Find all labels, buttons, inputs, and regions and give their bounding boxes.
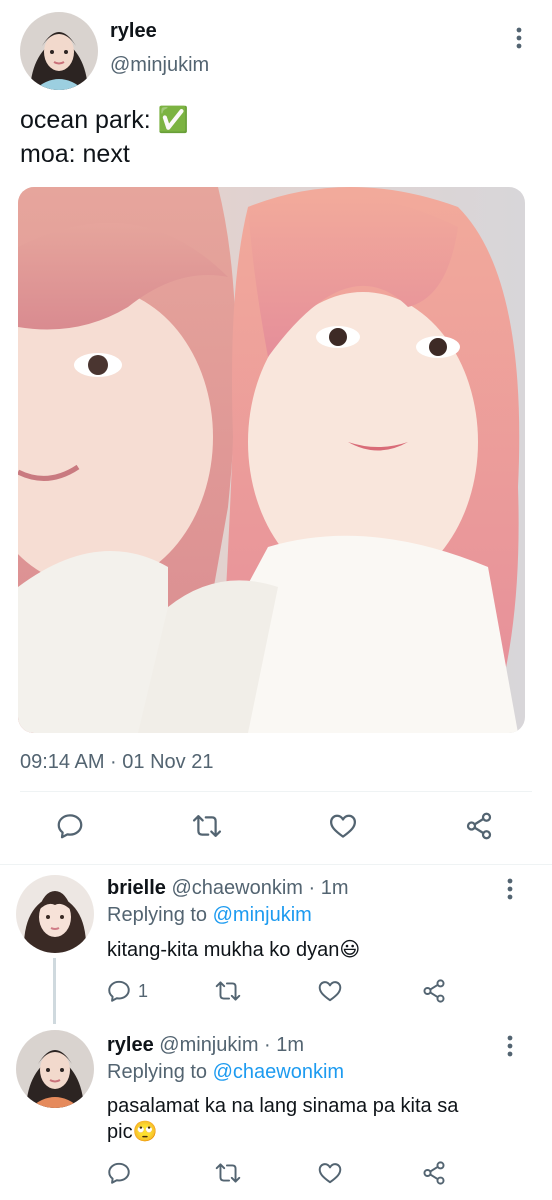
reply-icon[interactable] — [50, 806, 90, 846]
reply-icon[interactable] — [106, 978, 132, 1004]
replying-to-handle[interactable]: @minjukim — [213, 904, 312, 926]
reply-text-line-2: pic🙄 — [107, 1121, 158, 1143]
author-avatar[interactable] — [20, 12, 98, 90]
reply-avatar[interactable] — [16, 1030, 94, 1108]
share-icon[interactable] — [421, 978, 447, 1009]
divider — [0, 864, 552, 865]
more-icon[interactable] — [498, 877, 522, 901]
tweet-text-line-2: moa: next — [20, 140, 130, 168]
replying-to-label: Replying to — [107, 904, 208, 926]
tweet-timestamp[interactable]: 09:14 AM · 01 Nov 21 — [20, 751, 213, 774]
reply-time[interactable]: · 1m — [264, 1034, 304, 1056]
share-icon[interactable] — [459, 806, 499, 846]
retweet-icon[interactable] — [214, 978, 242, 1009]
more-icon[interactable] — [498, 1034, 522, 1058]
reply-header: rylee @minjukim · 1m — [107, 1034, 304, 1057]
like-icon[interactable] — [317, 978, 343, 1009]
tweet-photo[interactable] — [18, 187, 525, 733]
share-icon[interactable] — [421, 1160, 447, 1191]
reply-action-reply[interactable]: 1 — [106, 978, 148, 1004]
reply-time[interactable]: · 1m — [309, 877, 349, 899]
reply-icon[interactable] — [106, 1160, 132, 1191]
reply-text-line-1: pasalamat ka na lang sinama pa kita sa — [107, 1095, 459, 1117]
reply-count: 1 — [138, 980, 149, 1001]
tweet-text-line-1: ocean park: ✅ — [20, 106, 189, 134]
retweet-icon[interactable] — [187, 806, 227, 846]
replying-to-handle[interactable]: @chaewonkim — [213, 1061, 344, 1083]
thread-line — [53, 958, 56, 1024]
author-display-name[interactable]: rylee — [110, 20, 157, 43]
more-icon[interactable] — [507, 26, 531, 50]
replying-to-label: Replying to — [107, 1061, 208, 1083]
divider — [20, 791, 532, 792]
reply-display-name[interactable]: brielle — [107, 877, 166, 899]
like-icon[interactable] — [323, 806, 363, 846]
reply-handle[interactable]: @minjukim — [159, 1034, 258, 1056]
reply-avatar[interactable] — [16, 875, 94, 953]
retweet-icon[interactable] — [214, 1160, 242, 1191]
reply-header: brielle @chaewonkim · 1m — [107, 877, 349, 900]
author-handle[interactable]: @minjukim — [110, 54, 209, 77]
reply-handle[interactable]: @chaewonkim — [171, 877, 302, 899]
replying-to: Replying to @chaewonkim — [107, 1061, 344, 1084]
reply-text: kitang-kita mukha ko dyan😃 — [107, 939, 361, 961]
like-icon[interactable] — [317, 1160, 343, 1191]
reply-display-name[interactable]: rylee — [107, 1034, 154, 1056]
replying-to: Replying to @minjukim — [107, 904, 312, 927]
